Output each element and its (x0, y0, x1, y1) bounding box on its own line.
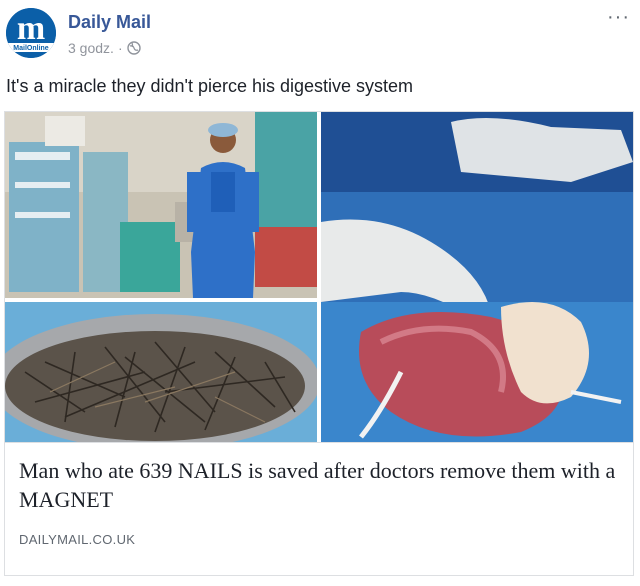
link-headline[interactable]: Man who ate 639 NAILS is saved after doc… (19, 456, 619, 514)
link-preview-card[interactable]: Man who ate 639 NAILS is saved after doc… (4, 111, 634, 576)
post-caption: It's a miracle they didn't pierce his di… (6, 76, 414, 96)
avatar-letter: m (17, 10, 45, 47)
photo-nails-bowl (5, 302, 317, 442)
link-domain: DAILYMAIL.CO.UK (19, 532, 136, 547)
more-options-button[interactable]: ··· (607, 6, 630, 29)
avatar-subtext: MailOnline (13, 45, 49, 52)
post-time[interactable]: 3 godz. (68, 40, 114, 56)
facebook-post: m MailOnline Daily Mail 3 godz. · ··· It… (0, 0, 640, 586)
photo-surgery (321, 112, 633, 442)
page-name-link[interactable]: Daily Mail (68, 12, 151, 33)
card-divider (5, 442, 633, 443)
meta-separator: · (117, 40, 123, 56)
daily-mail-logo-icon: m MailOnline (6, 8, 56, 58)
post-meta: 3 godz. · (68, 40, 141, 56)
photo-surgeon (5, 112, 317, 298)
public-globe-icon[interactable] (126, 41, 141, 55)
link-preview-image[interactable] (5, 112, 633, 442)
page-avatar[interactable]: m MailOnline (6, 8, 56, 58)
